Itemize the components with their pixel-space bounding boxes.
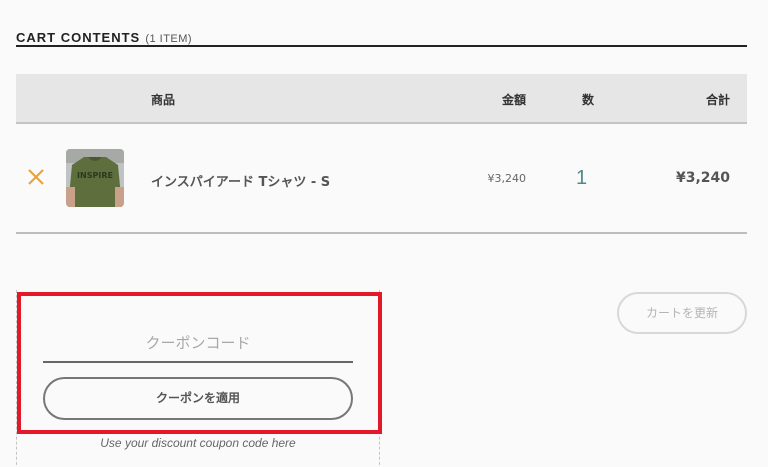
cart-title: CART CONTENTS [16, 30, 141, 45]
update-cart-button[interactable]: カートを更新 [617, 292, 747, 334]
product-price: ¥3,240 [487, 172, 527, 185]
column-header-price: 金額 [501, 93, 526, 107]
cart-item-count: (1 ITEM) [145, 33, 193, 45]
column-header-quantity: 数 [582, 93, 595, 107]
coupon-code-input[interactable] [43, 325, 353, 363]
coupon-hint: Use your discount coupon code here [100, 436, 296, 450]
product-name[interactable]: インスパイアード Tシャツ - S [151, 171, 330, 190]
svg-text:INSPIRE: INSPIRE [77, 171, 113, 180]
quantity-value[interactable]: 1 [576, 167, 587, 190]
apply-coupon-button[interactable]: クーポンを適用 [43, 377, 353, 420]
product-thumbnail[interactable]: INSPIRE [66, 149, 124, 207]
column-header-total: 合計 [705, 93, 730, 107]
cart-table-header: 商品 金額 数 合計 [16, 74, 747, 124]
close-icon[interactable] [26, 167, 46, 187]
cart-header: CART CONTENTS (1 ITEM) [16, 27, 747, 47]
product-total: ¥3,240 [675, 170, 730, 186]
table-row: INSPIRE インスパイアード Tシャツ - S ¥3,240 1 ¥3,24… [16, 125, 747, 234]
column-header-product: 商品 [151, 93, 176, 107]
